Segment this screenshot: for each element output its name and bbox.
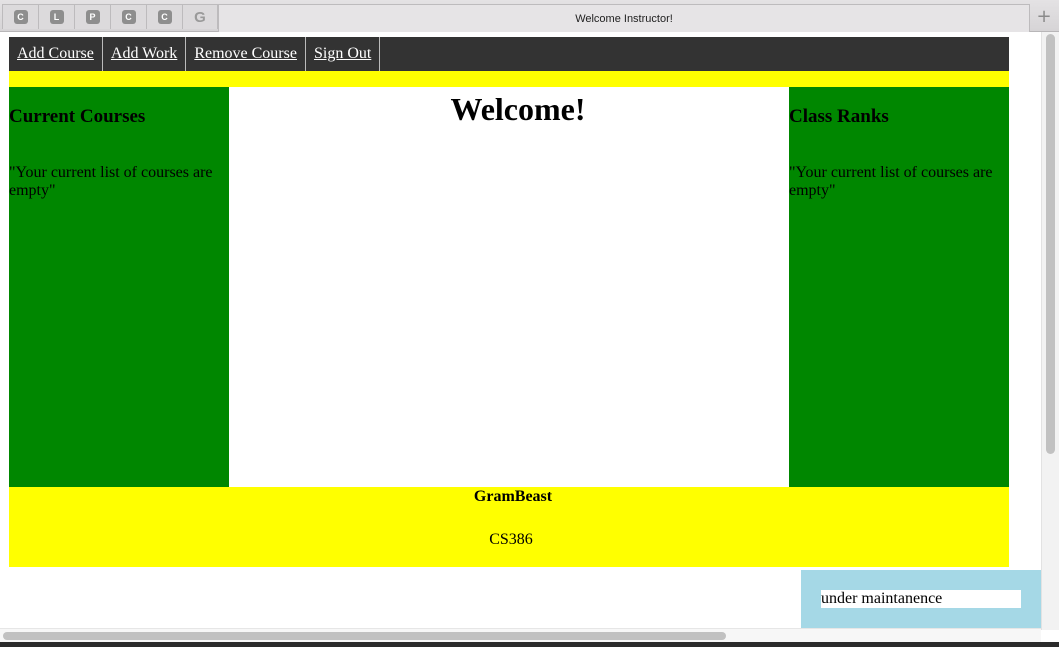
nav-sign-out-link[interactable]: Sign Out — [306, 37, 381, 71]
vertical-scrollbar[interactable] — [1041, 32, 1059, 630]
class-ranks-heading: Class Ranks — [789, 106, 889, 127]
page-footer: GramBeast CS386 — [9, 487, 1009, 567]
horizontal-scroll-thumb[interactable] — [3, 632, 726, 640]
maintenance-notice-text: under maintanence — [821, 590, 1021, 608]
pinned-tab-5[interactable]: C — [146, 4, 182, 29]
active-tab-title: Welcome Instructor! — [575, 12, 673, 25]
l-favicon-icon: L — [49, 10, 64, 24]
pinned-tab-2[interactable]: L — [38, 4, 74, 29]
footer-brand: GramBeast — [473, 488, 553, 505]
class-ranks-empty-text: "Your current list of courses are empty" — [789, 164, 993, 199]
pinned-tab-1[interactable]: C — [2, 4, 38, 29]
c-favicon-icon: C — [121, 10, 136, 24]
pinned-tab-4[interactable]: C — [110, 4, 146, 29]
c-favicon-icon: C — [13, 10, 28, 24]
plus-icon: + — [1036, 5, 1052, 27]
pinned-tabs: C L P C C G — [2, 4, 218, 29]
google-favicon-icon: G — [194, 8, 206, 26]
main-content: Welcome! — [229, 87, 789, 487]
current-courses-panel: Current Courses "Your current list of co… — [9, 87, 229, 487]
class-ranks-panel: Class Ranks "Your current list of course… — [789, 87, 1009, 487]
c-favicon-icon: C — [157, 10, 172, 24]
current-courses-heading: Current Courses — [9, 106, 146, 127]
nav-add-work-link[interactable]: Add Work — [103, 37, 187, 71]
maintenance-notice: under maintanence — [801, 570, 1041, 628]
horizontal-scrollbar[interactable] — [0, 628, 1041, 642]
tab-strip: C L P C C G Welcome Instructor! + — [0, 0, 1059, 32]
browser-window: C L P C C G Welcome Instructor! + Add Co… — [0, 0, 1059, 647]
page-viewport: Add Course Add Work Remove Course Sign O… — [0, 32, 1059, 647]
header-strip — [9, 71, 1009, 87]
new-tab-button[interactable]: + — [1032, 5, 1056, 27]
vertical-scroll-thumb[interactable] — [1046, 34, 1055, 454]
welcome-heading: Welcome! — [450, 91, 586, 127]
window-bottom-edge — [0, 642, 1059, 647]
nav-add-course-link[interactable]: Add Course — [9, 37, 103, 71]
current-courses-empty-text: "Your current list of courses are empty" — [9, 164, 213, 199]
active-tab[interactable]: Welcome Instructor! — [218, 4, 1030, 32]
pinned-tab-3[interactable]: P — [74, 4, 110, 29]
nav-remove-course-link[interactable]: Remove Course — [186, 37, 306, 71]
pinned-tab-6[interactable]: G — [182, 4, 218, 29]
top-nav: Add Course Add Work Remove Course Sign O… — [9, 37, 1009, 71]
footer-course-code: CS386 — [489, 531, 533, 548]
p-favicon-icon: P — [85, 10, 100, 24]
